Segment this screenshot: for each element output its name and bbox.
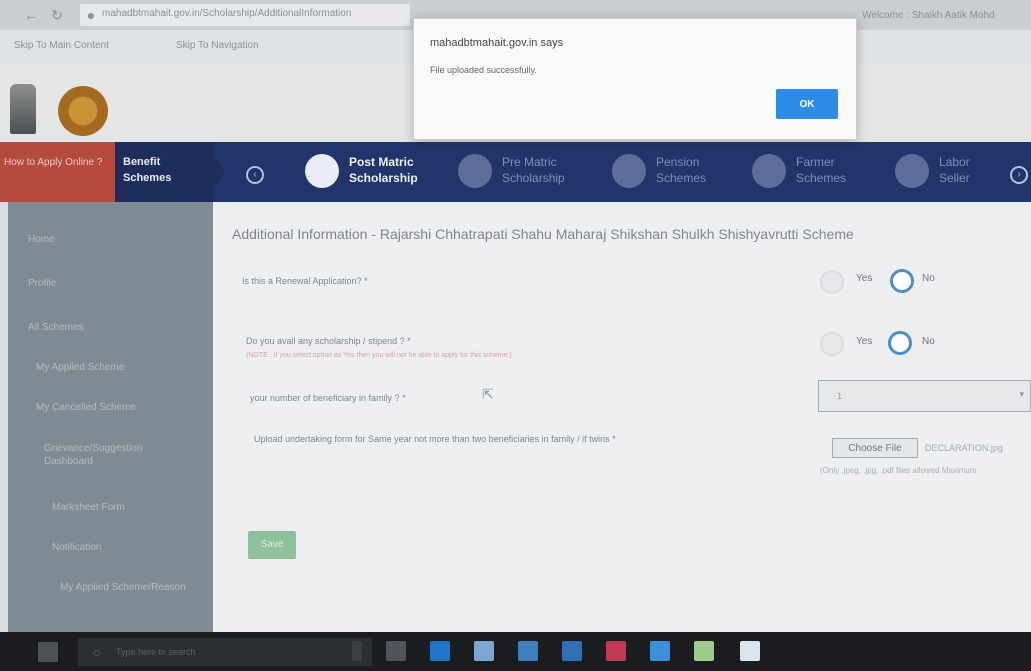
national-emblem-icon (10, 84, 36, 134)
nav-prev-icon[interactable]: ‹ (246, 166, 264, 184)
renewal-no-radio[interactable] (890, 269, 914, 293)
elderly-person-icon (612, 154, 646, 188)
welcome-text: Welcome : Shaikh Aatik Mohd (862, 10, 995, 21)
beneficiary-count-select[interactable]: 1 ▾ (818, 380, 1031, 412)
sidebar-item-all-schemes[interactable]: All Schemes (28, 322, 84, 333)
dialog-message: File uploaded successfully. (430, 65, 537, 75)
upload-question-label: Upload undertaking form for Same year no… (254, 434, 616, 444)
secure-icon: ● (86, 7, 96, 23)
nav-item-label: Farmer Schemes (796, 155, 847, 185)
save-button[interactable]: Save (248, 531, 296, 559)
selected-file-name: DECLARATION.jpg (925, 443, 1003, 453)
url-text: mahadbtmahait.gov.in/Scholarship/Additio… (102, 8, 352, 19)
worker-icon (895, 154, 929, 188)
file-explorer-icon[interactable] (474, 641, 494, 661)
app-icon[interactable] (694, 641, 714, 661)
alert-dialog: mahadbtmahait.gov.in says File uploaded … (413, 18, 857, 140)
back-icon[interactable]: ← (22, 6, 40, 24)
nav-item-label: Pre Matric Scholarship (502, 155, 565, 185)
skip-navigation-link[interactable]: Skip To Navigation (176, 40, 259, 51)
benefit-schemes-tab[interactable]: Benefit Schemes (115, 142, 215, 202)
nav-item-farmer[interactable]: Farmer Schemes (752, 146, 872, 198)
windows-taskbar: ○ Type here to search (0, 632, 1031, 671)
farmer-icon (752, 154, 786, 188)
renewal-yes-label: Yes (856, 273, 873, 284)
main-content (213, 202, 1031, 632)
sidebar-item-notification[interactable]: Notification (52, 542, 101, 553)
chevron-down-icon: ▾ (1019, 389, 1024, 399)
beneficiary-count-value: 1 (837, 391, 843, 401)
sidebar-item-grievance[interactable]: Grievance/Suggestion Dashboard (44, 442, 164, 468)
nav-item-label: Post Matric Scholarship (349, 155, 418, 185)
taskbar-search-placeholder: Type here to search (116, 647, 196, 657)
sidebar-item-marksheet[interactable]: Marksheet Form (52, 502, 125, 513)
media-app-icon[interactable] (606, 641, 626, 661)
scholarship-yes-radio[interactable] (820, 332, 844, 356)
mouse-cursor-icon: ⇱ (482, 386, 494, 402)
page-title: Additional Information - Rajarshi Chhatr… (232, 226, 854, 242)
chrome-app-icon[interactable] (650, 641, 670, 661)
address-bar[interactable]: ● mahadbtmahait.gov.in/Scholarship/Addit… (80, 4, 410, 26)
renewal-no-label: No (922, 273, 935, 284)
student-icon (458, 154, 492, 188)
sidebar-item-applied-scheme[interactable]: My Applied Scheme (36, 362, 124, 373)
skip-main-content-link[interactable]: Skip To Main Content (14, 40, 109, 51)
scholarship-note: (NOTE : If you select option as Yes then… (246, 352, 512, 359)
nav-item-pension[interactable]: Pension Schemes (612, 146, 732, 198)
search-icon: ○ (92, 644, 102, 660)
chevron-right-icon (205, 142, 225, 202)
mail-icon[interactable] (562, 641, 582, 661)
maharashtra-seal-icon (58, 86, 108, 136)
reload-icon[interactable]: ↻ (48, 6, 66, 24)
sidebar-item-home[interactable]: Home (28, 234, 55, 245)
store-icon[interactable] (518, 641, 538, 661)
scholarship-no-label: No (922, 336, 935, 347)
scholarship-yes-label: Yes (856, 336, 873, 347)
file-type-hint: (Only .jpeg, .jpg, .pdf files allowed Ma… (820, 466, 977, 475)
nav-next-icon[interactable]: › (1010, 166, 1028, 184)
sidebar-item-cancelled-scheme[interactable]: My Cancelled Scheme (36, 402, 136, 413)
taskbar-search-box[interactable]: ○ Type here to search (78, 638, 372, 666)
dialog-title: mahadbtmahait.gov.in says (430, 37, 564, 49)
renewal-question-label: Is this a Renewal Application? * (242, 276, 368, 286)
renewal-yes-radio[interactable] (820, 270, 844, 294)
nav-item-label: Pension Schemes (656, 155, 707, 185)
graduation-cap-icon (305, 154, 339, 188)
windows-start-icon[interactable] (38, 642, 58, 662)
microphone-icon[interactable] (352, 641, 362, 661)
choose-file-button[interactable]: Choose File (832, 438, 918, 458)
task-view-icon[interactable] (386, 641, 406, 661)
benefit-schemes-label: Benefit Schemes (123, 156, 172, 184)
scholarship-question-label: Do you avail any scholarship / stipend ?… (246, 336, 411, 346)
nav-item-pre-matric[interactable]: Pre Matric Scholarship (458, 146, 588, 198)
sidebar (8, 202, 213, 632)
nav-item-labor[interactable]: Labor Seller (895, 146, 1000, 198)
nav-item-post-matric[interactable]: Post Matric Scholarship (305, 146, 435, 198)
how-to-apply-tab[interactable]: How to Apply Online ? (0, 142, 115, 202)
nav-item-label: Labor Seller (939, 155, 970, 185)
how-to-apply-label: How to Apply Online ? (4, 157, 103, 168)
edge-browser-icon[interactable] (430, 641, 450, 661)
photos-icon[interactable] (740, 641, 760, 661)
sidebar-item-profile[interactable]: Profile (28, 278, 56, 289)
sidebar-item-applied-reason[interactable]: My Applied Scheme/Reason (60, 582, 186, 593)
dialog-ok-button[interactable]: OK (776, 89, 838, 119)
scholarship-no-radio[interactable] (888, 331, 912, 355)
beneficiary-question-label: your number of beneficiary in family ? * (250, 393, 406, 403)
